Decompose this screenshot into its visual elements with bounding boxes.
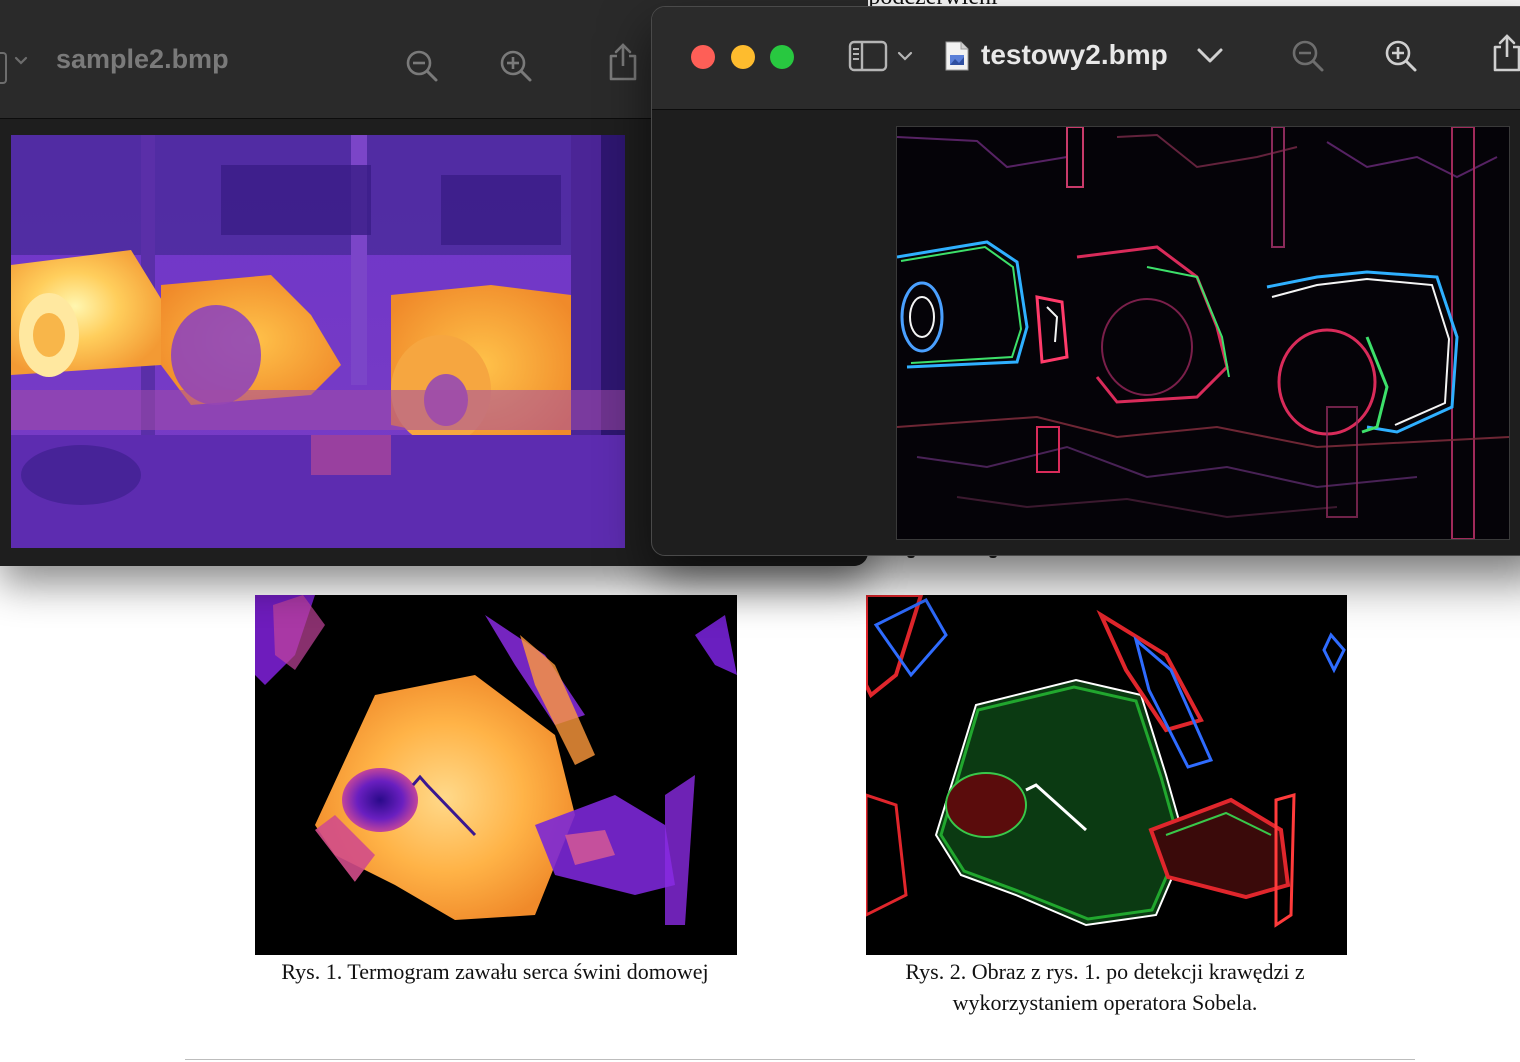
window-title[interactable]: testowy2.bmp bbox=[981, 39, 1168, 71]
document-divider bbox=[185, 1059, 1415, 1060]
share-icon[interactable] bbox=[606, 42, 640, 82]
figure1-caption: Rys. 1. Termogram zawału serca świni dom… bbox=[281, 959, 709, 984]
zoom-in-icon[interactable] bbox=[498, 48, 534, 84]
preview-window-testowy2[interactable]: testowy2.bmp bbox=[651, 6, 1520, 556]
title-menu-chevron-icon[interactable] bbox=[1196, 45, 1224, 67]
window-title: sample2.bmp bbox=[56, 44, 229, 74]
edge-image-testowy2 bbox=[896, 126, 1510, 540]
minimize-button[interactable] bbox=[731, 45, 755, 69]
figure2-sobel-image bbox=[866, 595, 1347, 955]
zoom-out-icon[interactable] bbox=[1290, 38, 1326, 74]
figure2-caption-line2: wykorzystaniem operatora Sobela. bbox=[952, 990, 1258, 1015]
sidebar-icon[interactable] bbox=[0, 52, 7, 84]
thermal-motors-graphic bbox=[11, 135, 625, 548]
thermogram-graphic bbox=[255, 595, 737, 955]
window-titlebar[interactable]: testowy2.bmp bbox=[652, 7, 1520, 110]
zoom-in-icon[interactable] bbox=[1383, 38, 1419, 74]
figure1-thermogram-image bbox=[255, 595, 737, 955]
close-button[interactable] bbox=[691, 45, 715, 69]
zoom-out-icon[interactable] bbox=[404, 48, 440, 84]
sidebar-icon[interactable] bbox=[848, 40, 888, 72]
edge-motors-graphic bbox=[897, 127, 1509, 539]
sobel-edges-graphic bbox=[866, 595, 1347, 955]
chevron-down-icon[interactable] bbox=[897, 49, 913, 63]
zoom-button[interactable] bbox=[770, 45, 794, 69]
document-icon bbox=[945, 41, 969, 71]
figure2-caption-line1: Rys. 2. Obraz z rys. 1. po detekcji kraw… bbox=[905, 959, 1305, 984]
share-icon[interactable] bbox=[1490, 33, 1520, 73]
figure2-caption: Rys. 2. Obraz z rys. 1. po detekcji kraw… bbox=[830, 956, 1380, 1018]
thermal-image-sample2 bbox=[11, 135, 625, 548]
chevron-down-icon[interactable] bbox=[14, 54, 28, 68]
